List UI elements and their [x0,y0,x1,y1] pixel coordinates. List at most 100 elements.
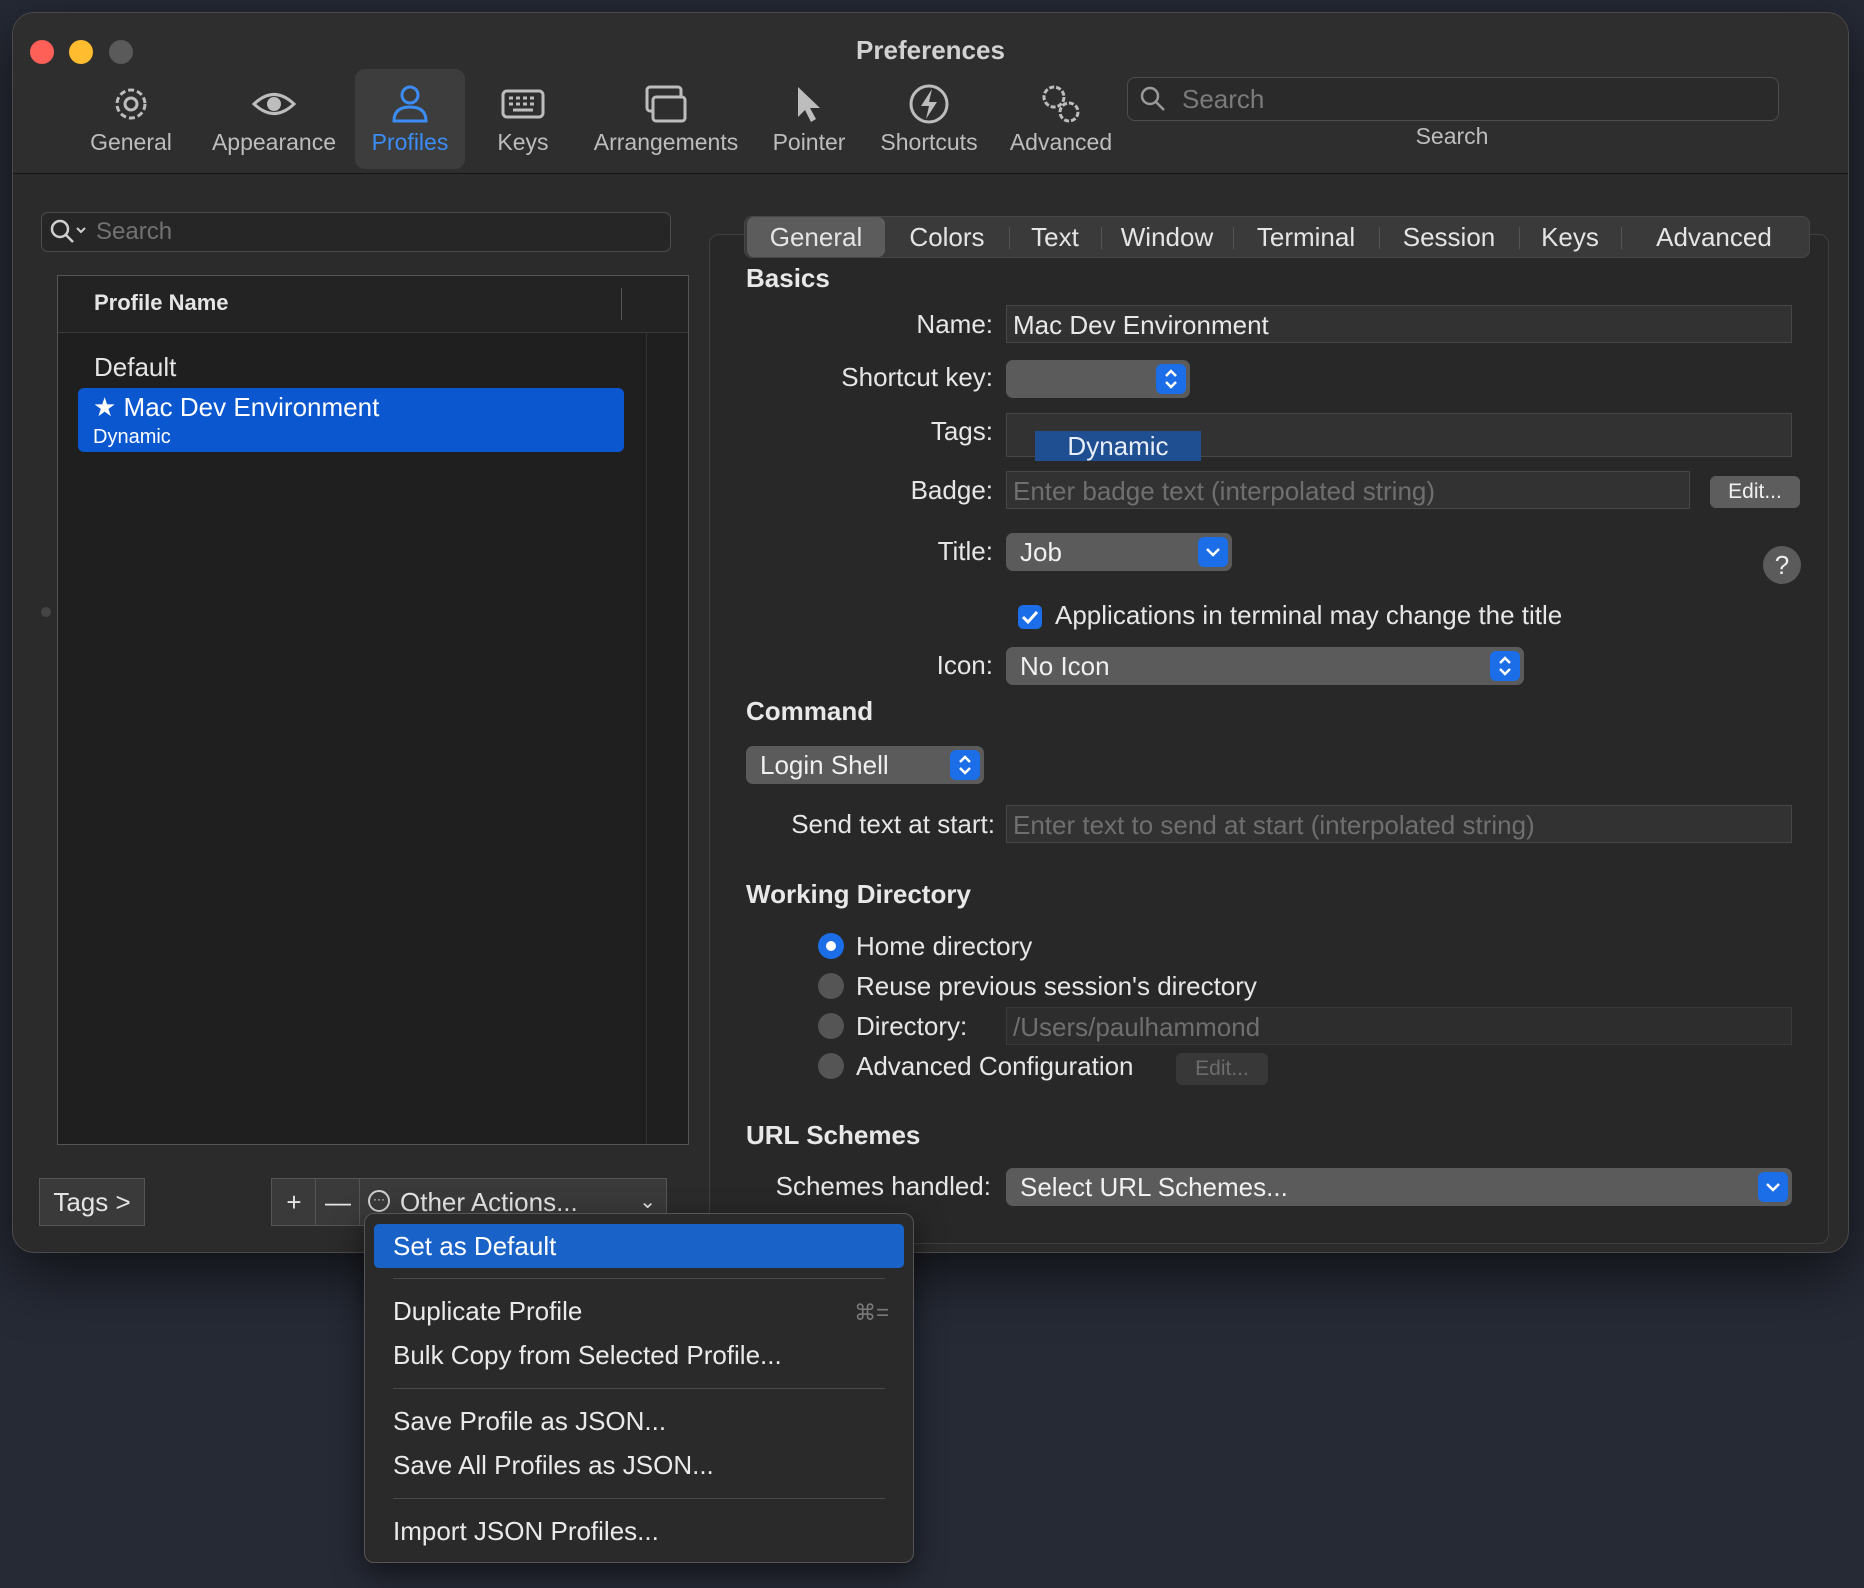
name-label: Name: [916,309,993,339]
basics-heading: Basics [746,263,830,293]
working-directory-heading: Working Directory [746,879,971,909]
tab-advanced[interactable]: Advanced [1621,217,1807,257]
stepper-icon [1490,651,1520,681]
icon-label: Icon: [936,650,993,680]
remove-profile-button[interactable]: — [315,1178,361,1226]
shortcut-key-label: Shortcut key: [841,362,993,392]
profile-row-name: ★ Mac Dev Environment [93,392,379,423]
menu-item-save-profile-json[interactable]: Save Profile as JSON... [393,1406,666,1437]
toolbar-shortcuts[interactable]: Shortcuts [871,69,987,169]
toolbar-search-label: Search [1415,123,1489,149]
advanced-config-edit-button[interactable]: Edit... [1176,1053,1268,1085]
radio-advanced-configuration[interactable] [818,1053,844,1079]
icon-popup[interactable]: No Icon [1006,647,1524,685]
search-dropdown-icon [50,219,90,252]
toolbar-search-placeholder: Search [1182,84,1265,114]
menu-item-import-json[interactable]: Import JSON Profiles... [393,1516,659,1547]
menu-item-set-as-default[interactable]: Set as Default [374,1224,904,1268]
tab-text[interactable]: Text [1009,217,1101,257]
gears-icon [1001,81,1121,127]
gear-icon [79,81,183,127]
tab-terminal[interactable]: Terminal [1233,217,1379,257]
profile-search-field[interactable]: Search [41,212,671,252]
title-popup-value: Job [1020,537,1062,567]
windows-icon [583,81,749,127]
directory-field[interactable]: /Users/paulhammond [1006,1007,1792,1045]
toolbar-advanced-label: Advanced [1009,129,1113,155]
other-actions-menu: Set as Default Duplicate Profile ⌘= Bulk… [364,1213,914,1563]
tab-colors[interactable]: Colors [885,217,1009,257]
badge-edit-button[interactable]: Edit... [1710,476,1800,508]
toolbar-arrangements-label: Arrangements [593,129,739,155]
profile-row-default[interactable]: Default [94,352,176,383]
profile-row-name-text: Mac Dev Environment [123,392,380,422]
shortcut-key-popup[interactable] [1006,360,1190,398]
ellipsis-circle-icon: ··· [368,1190,390,1212]
profile-tab-bar: General Colors Text Window Terminal Sess… [744,216,1810,258]
chevron-down-icon [1198,537,1228,567]
tab-keys[interactable]: Keys [1519,217,1621,257]
toolbar-keys[interactable]: Keys [481,69,565,169]
tab-general[interactable]: General [747,217,885,257]
tag-chip[interactable]: Dynamic [1035,431,1201,461]
icon-popup-value: No Icon [1020,651,1110,681]
menu-item-set-as-default-label: Set as Default [393,1231,557,1261]
profile-row-tag: Dynamic [93,426,171,448]
url-schemes-popup[interactable]: Select URL Schemes... [1006,1168,1792,1206]
name-field[interactable]: Mac Dev Environment [1006,305,1792,343]
title-label: Title: [937,536,993,566]
radio-reuse-directory-label: Reuse previous session's directory [856,971,1257,1001]
star-icon: ★ [93,392,124,422]
command-popup[interactable]: Login Shell [746,746,984,784]
toolbar-profiles-label: Profiles [371,129,449,155]
toolbar: Preferences General Appearance Profiles … [13,13,1848,174]
profile-table: Profile Name Default ★ Mac Dev Environme… [57,275,689,1145]
toolbar-appearance[interactable]: Appearance [209,69,339,169]
add-profile-button[interactable]: + [271,1178,317,1226]
send-text-label: Send text at start: [791,809,995,839]
radio-advanced-configuration-label: Advanced Configuration [856,1051,1134,1081]
toolbar-general-label: General [90,129,172,155]
toolbar-advanced[interactable]: Advanced [1001,69,1121,169]
tags-button[interactable]: Tags > [39,1178,145,1226]
profile-row-mac-dev-environment[interactable]: ★ Mac Dev Environment Dynamic [78,388,624,452]
toolbar-pointer-label: Pointer [772,129,846,155]
menu-item-bulk-copy[interactable]: Bulk Copy from Selected Profile... [393,1340,782,1371]
url-schemes-heading: URL Schemes [746,1120,921,1150]
menu-item-duplicate-profile[interactable]: Duplicate Profile [393,1296,582,1327]
toolbar-general[interactable]: General [79,69,183,169]
help-button[interactable]: ? [1763,546,1801,584]
profile-table-header[interactable]: Profile Name [58,276,688,333]
profile-name-column: Profile Name [94,290,229,315]
badge-field[interactable]: Enter badge text (interpolated string) [1006,471,1690,509]
profile-search-placeholder: Search [96,218,173,245]
window-title: Preferences [856,35,1005,65]
tab-window[interactable]: Window [1101,217,1233,257]
toolbar-profiles[interactable]: Profiles [355,69,465,169]
radio-home-directory-label: Home directory [856,931,1033,961]
stepper-icon [1156,364,1186,394]
title-change-checkbox[interactable] [1018,605,1042,629]
title-popup[interactable]: Job [1006,533,1232,571]
radio-directory-label: Directory: [856,1011,968,1041]
radio-home-directory[interactable] [818,933,844,959]
radio-directory[interactable] [818,1013,844,1039]
duplicate-shortcut: ⌘= [854,1300,889,1325]
toolbar-pointer[interactable]: Pointer [765,69,853,169]
send-text-field[interactable]: Enter text to send at start (interpolate… [1006,805,1792,843]
tab-session[interactable]: Session [1379,217,1519,257]
menu-item-save-all-profiles-json[interactable]: Save All Profiles as JSON... [393,1450,714,1481]
pointer-icon [765,81,853,127]
keyboard-icon [481,81,565,127]
split-view-handle[interactable] [41,607,51,617]
title-change-checkbox-label: Applications in terminal may change the … [1055,600,1563,630]
toolbar-arrangements[interactable]: Arrangements [583,69,749,169]
radio-reuse-directory[interactable] [818,973,844,999]
toolbar-search-field[interactable]: Search [1127,77,1779,121]
preferences-window: Preferences General Appearance Profiles … [12,12,1849,1253]
schemes-handled-label: Schemes handled: [775,1171,991,1201]
toolbar-appearance-label: Appearance [211,129,337,155]
lightning-icon [871,81,987,127]
toolbar-shortcuts-label: Shortcuts [880,129,978,155]
tags-label: Tags: [930,416,993,446]
